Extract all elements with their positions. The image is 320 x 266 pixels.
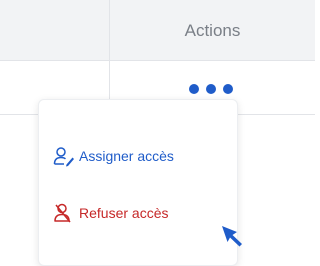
refuse-user-icon <box>53 202 75 224</box>
actions-dropdown-menu: Assigner accès Refuser accès <box>38 99 238 266</box>
assign-user-icon <box>53 145 75 167</box>
actions-column-header: Actions <box>110 0 315 61</box>
refuse-access-label: Refuser accès <box>79 205 169 221</box>
assign-access-label: Assigner accès <box>79 148 174 164</box>
more-dot <box>223 84 233 94</box>
more-dot <box>206 84 216 94</box>
assign-access-menu-item[interactable]: Assigner accès <box>39 136 237 176</box>
actions-header-label: Actions <box>184 20 241 40</box>
mouse-pointer-icon <box>218 219 252 249</box>
refuse-access-menu-item[interactable]: Refuser accès <box>39 193 237 233</box>
more-dot <box>189 84 199 94</box>
